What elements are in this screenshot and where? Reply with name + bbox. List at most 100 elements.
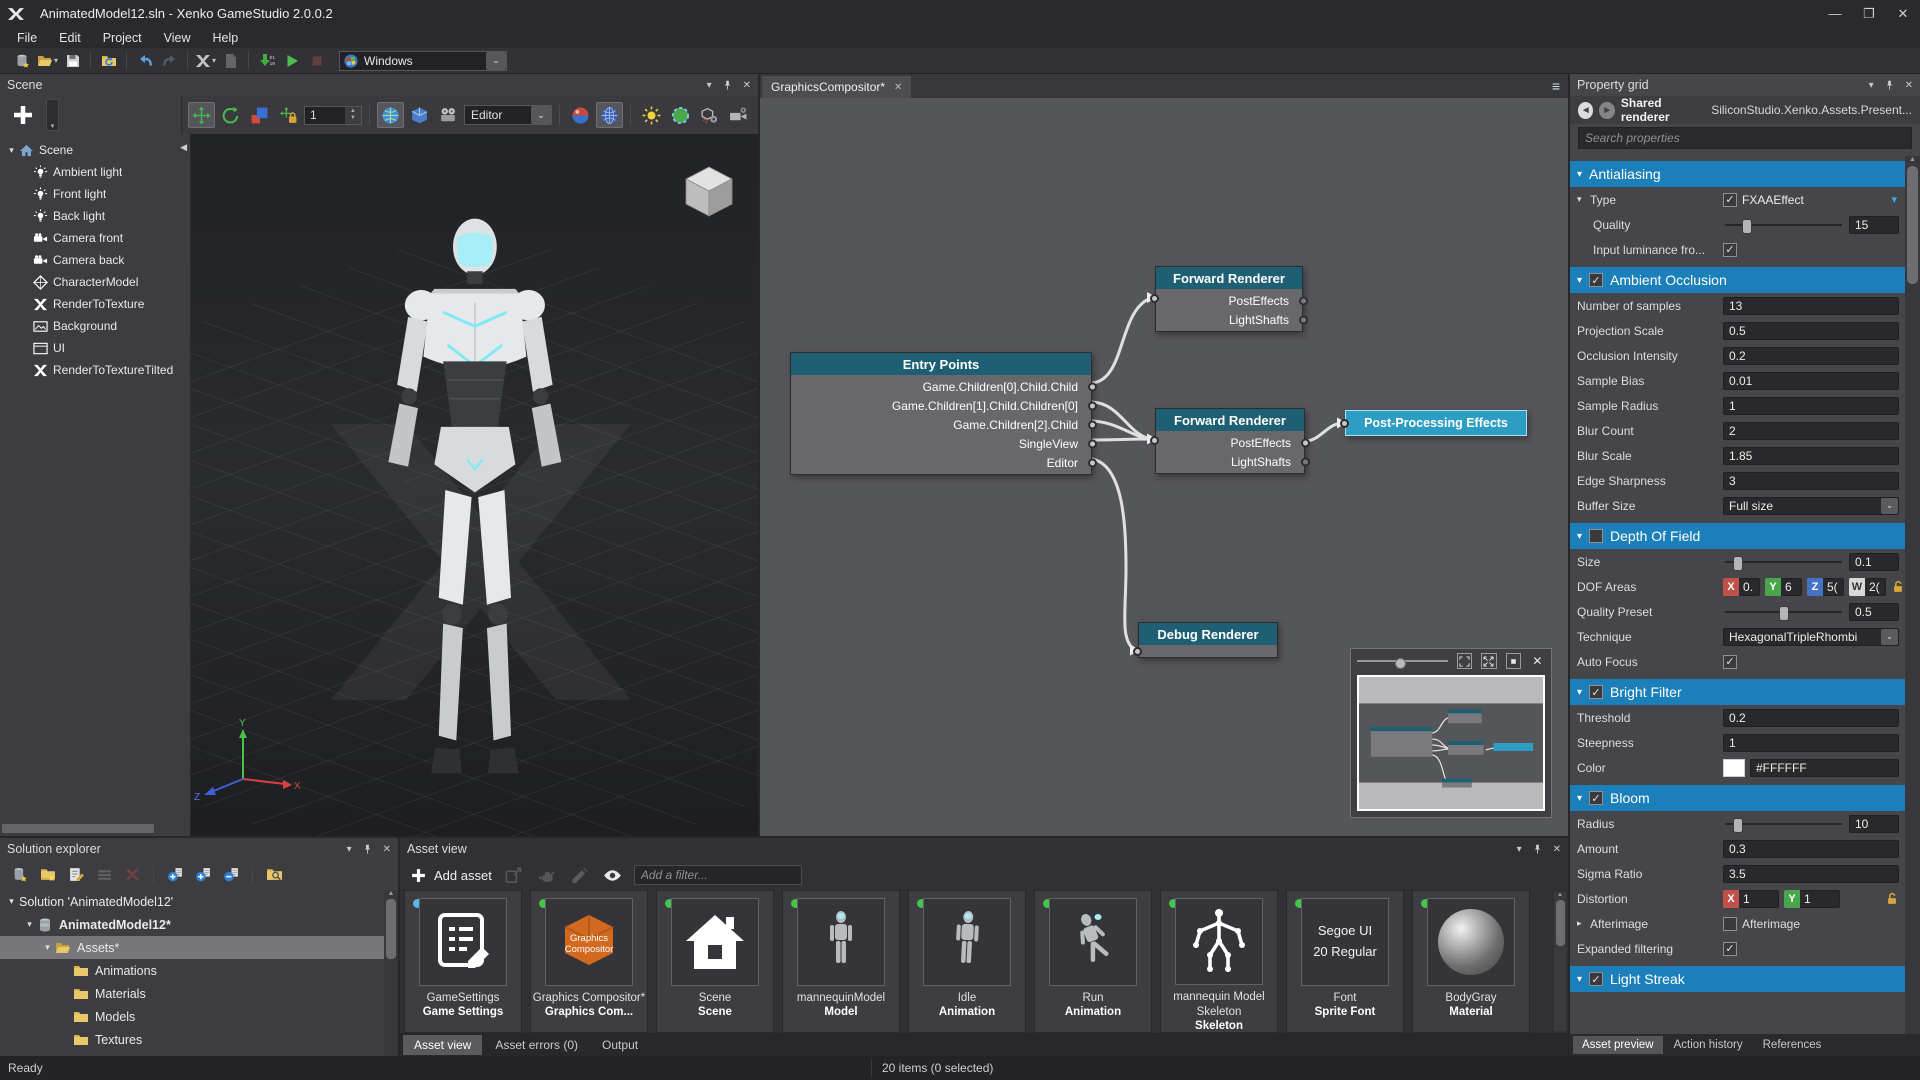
text-field[interactable]: 1.85	[1723, 447, 1899, 465]
menu-item-file[interactable]: File	[6, 29, 48, 47]
solution-scrollbar[interactable]: ▲	[384, 890, 398, 1056]
scroll-thumb[interactable]	[386, 899, 396, 959]
environment-sphere-button[interactable]	[667, 102, 694, 128]
slider-thumb[interactable]	[1742, 219, 1752, 234]
output-port[interactable]	[1301, 457, 1310, 466]
output-port[interactable]	[1299, 315, 1308, 324]
chevron-down-icon[interactable]: ▾	[1891, 193, 1897, 206]
chevron-down-icon[interactable]: ⌄	[1881, 498, 1898, 514]
asset-tile-gamesettings[interactable]: GameSettingsGame Settings	[404, 890, 522, 1033]
color-value[interactable]: #FFFFFF	[1750, 759, 1899, 777]
save-button[interactable]	[60, 50, 85, 72]
minimap-view[interactable]	[1357, 675, 1545, 811]
package-star-button[interactable]	[8, 863, 32, 885]
menu-item-edit[interactable]: Edit	[48, 29, 92, 47]
solution-item-animations[interactable]: Animations	[0, 959, 384, 982]
pin-icon[interactable]	[1884, 80, 1895, 91]
output-port[interactable]	[1088, 458, 1097, 467]
fit-view-icon[interactable]	[1457, 653, 1472, 669]
output-port[interactable]	[1299, 296, 1308, 305]
rotate-button[interactable]	[217, 102, 244, 128]
pin-icon[interactable]	[722, 80, 733, 91]
expander-icon[interactable]: ▾	[40, 942, 55, 953]
graph-node-fr1[interactable]: Forward RendererPostEffectsLightShafts	[1155, 266, 1303, 332]
graph-node-debug[interactable]: Debug Renderer	[1138, 622, 1278, 658]
docking-menu-icon[interactable]: ≡	[1552, 78, 1560, 94]
scene-tree-item-camera-back[interactable]: Camera back	[0, 249, 190, 271]
chevron-down-icon[interactable]: ▾	[54, 56, 58, 65]
folder-refresh-button[interactable]	[96, 50, 121, 72]
snap-value-spinner[interactable]: 1▲▼	[304, 106, 362, 125]
eye-button[interactable]	[603, 866, 622, 885]
text-field[interactable]: 0.5	[1723, 322, 1899, 340]
checkbox[interactable]: ✓	[1723, 243, 1737, 257]
forward-button[interactable]: ►	[1599, 102, 1614, 119]
slider[interactable]	[1723, 603, 1844, 620]
text-field[interactable]: 1	[1723, 734, 1899, 752]
close-icon[interactable]: ✕	[743, 80, 751, 91]
expander-icon[interactable]: ▸	[1577, 918, 1590, 929]
section-header-bloom[interactable]: ▾✓Bloom	[1570, 785, 1905, 811]
snap-translate-button[interactable]	[275, 102, 302, 128]
spinner-arrows[interactable]: ▲▼	[345, 107, 361, 124]
tab-action-history[interactable]: Action history	[1665, 1036, 1752, 1054]
expander-icon[interactable]: ▾	[1577, 531, 1582, 542]
minimap-close-icon[interactable]: ✕	[1530, 653, 1545, 669]
scene-tree-item-rendertotexturetilted[interactable]: RenderToTextureTilted	[0, 359, 190, 381]
chevron-down-icon[interactable]: ▾	[212, 56, 216, 65]
asset-tile-idle[interactable]: IdleAnimation	[908, 890, 1026, 1033]
camera-settings-button[interactable]	[725, 102, 752, 128]
slider[interactable]	[1723, 553, 1844, 570]
pin-icon[interactable]	[1532, 844, 1543, 855]
text-field[interactable]: 1	[1723, 397, 1899, 415]
input-port[interactable]	[1133, 647, 1142, 656]
asset-tile-mannequin-model-skeleton[interactable]: mannequin Model SkeletonSkeleton	[1160, 890, 1278, 1033]
scene-tree-item-camera-front[interactable]: Camera front	[0, 227, 190, 249]
folder-search-button[interactable]	[262, 863, 286, 885]
tree-collapse-icon[interactable]: ◀	[180, 142, 187, 153]
scene-tree-item-ui[interactable]: UI	[0, 337, 190, 359]
lock-icon[interactable]	[1891, 580, 1905, 594]
section-header-ambient-occlusion[interactable]: ▾✓Ambient Occlusion	[1570, 267, 1905, 293]
xenko-gray-button[interactable]: ▾	[193, 50, 218, 72]
slider-thumb[interactable]	[1733, 556, 1743, 571]
view-mode-dropdown[interactable]: Editor⌄	[464, 105, 552, 125]
platform-selector[interactable]: Windows⌄	[339, 51, 507, 71]
output-port[interactable]	[1088, 401, 1097, 410]
expander-icon[interactable]: ▾	[1577, 687, 1582, 698]
checkbox[interactable]: ✓	[1589, 791, 1603, 805]
checkbox[interactable]: ✓	[1589, 273, 1603, 287]
translate-button[interactable]	[188, 102, 215, 128]
close-icon[interactable]: ✕	[383, 844, 391, 855]
vector-component-x[interactable]: X0.	[1723, 578, 1760, 596]
folder-star-button[interactable]	[36, 863, 60, 885]
scene-tree-item-charactermodel[interactable]: CharacterModel	[0, 271, 190, 293]
folder-open-tb-button[interactable]: ▾	[35, 50, 60, 72]
solution-item-models[interactable]: Models	[0, 1005, 384, 1028]
scroll-up-icon[interactable]: ▲	[388, 890, 395, 897]
dropdown-field[interactable]: Full size⌄	[1723, 497, 1899, 515]
material-sphere-button[interactable]	[567, 102, 594, 128]
solution-item-assets[interactable]: ▾Assets*	[0, 936, 384, 959]
close-icon[interactable]: ✕	[1553, 844, 1561, 855]
tab-asset-preview[interactable]: Asset preview	[1573, 1036, 1663, 1054]
actual-size-icon[interactable]	[1506, 653, 1521, 669]
add-asset-button[interactable]: Add asset	[410, 867, 492, 884]
vector-component-x[interactable]: X1	[1723, 890, 1779, 908]
scene-tree-item-front-light[interactable]: Front light	[0, 183, 190, 205]
render-mode-button[interactable]	[435, 102, 462, 128]
vector-component-w[interactable]: W2(	[1849, 578, 1886, 596]
solution-item-animatedmodel12[interactable]: ▾AnimatedModel12*	[0, 913, 384, 936]
slider[interactable]	[1723, 815, 1844, 832]
slider-value[interactable]: 0.1	[1849, 553, 1899, 571]
pin-icon[interactable]	[362, 844, 373, 855]
tab-asset-errors-0[interactable]: Asset errors (0)	[484, 1035, 589, 1055]
checkbox[interactable]: ✓	[1589, 685, 1603, 699]
vector-component-y[interactable]: Y1	[1784, 890, 1840, 908]
output-port[interactable]	[1088, 420, 1097, 429]
package-new-button[interactable]	[10, 50, 35, 72]
solution-item-solution-animatedmodel12[interactable]: ▾Solution 'AnimatedModel12'	[0, 890, 384, 913]
checkbox[interactable]	[1723, 917, 1737, 931]
text-field[interactable]: 0.3	[1723, 840, 1899, 858]
expander-icon[interactable]: ▾	[1577, 974, 1582, 985]
